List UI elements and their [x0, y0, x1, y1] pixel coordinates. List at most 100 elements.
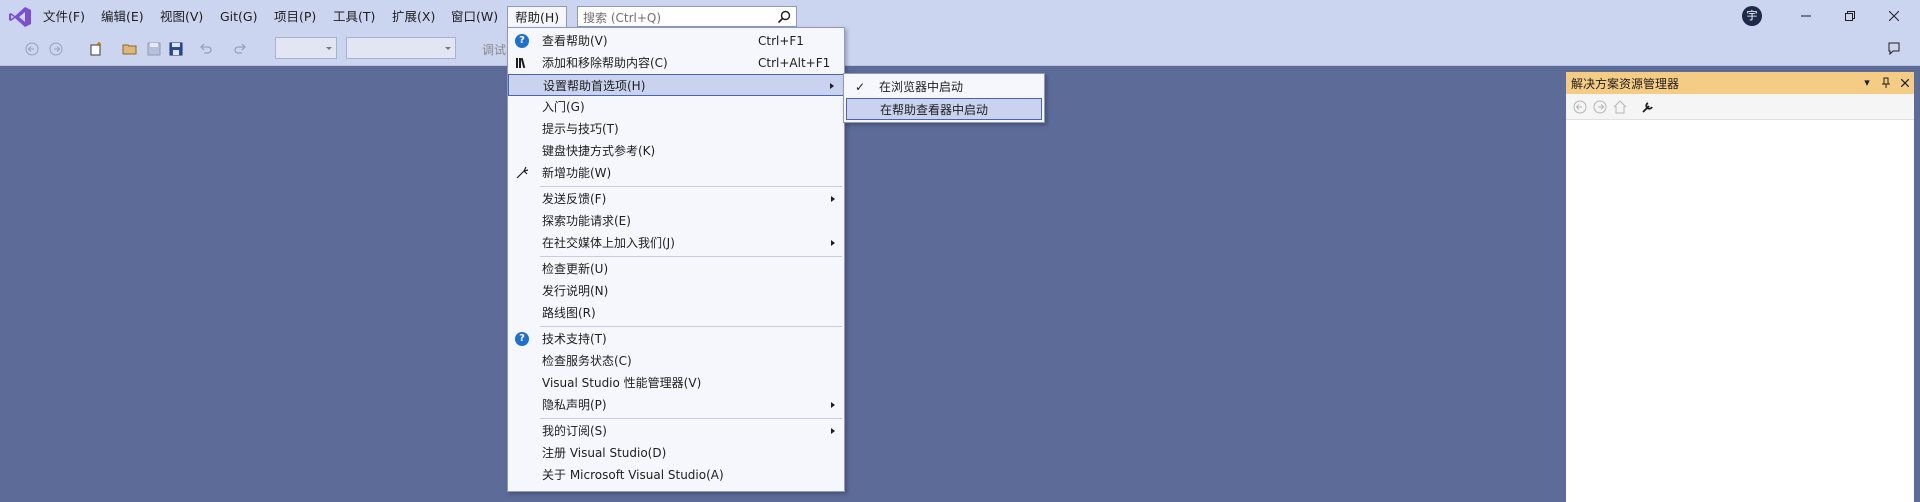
solution-explorer-panel: 解决方案资源管理器 ▾	[1566, 72, 1914, 502]
help-icon: ?	[515, 332, 529, 346]
menu-separator	[540, 418, 842, 419]
menu-view[interactable]: 视图(V)	[153, 6, 210, 27]
submenu-arrow-icon	[831, 196, 835, 202]
submenu-arrow-icon	[830, 83, 834, 89]
save-icon[interactable]	[146, 41, 162, 57]
menu-git[interactable]: Git(G)	[213, 6, 265, 27]
menu-item-label: 路线图(R)	[542, 306, 596, 320]
menu-item-about[interactable]: 关于 Microsoft Visual Studio(A)	[508, 464, 844, 486]
menu-item-get-started[interactable]: 入门(G)	[508, 96, 844, 118]
submenu-arrow-icon	[831, 402, 835, 408]
pin-icon[interactable]	[1879, 75, 1893, 91]
menu-item-label: 注册 Visual Studio(D)	[542, 446, 667, 460]
panel-dropdown-icon[interactable]: ▾	[1860, 75, 1874, 91]
menu-item-privacy[interactable]: 隐私声明(P)	[508, 394, 844, 416]
restore-icon	[1845, 11, 1855, 21]
redo-icon[interactable]	[232, 41, 248, 57]
menu-item-tips[interactable]: 提示与技巧(T)	[508, 118, 844, 140]
menu-window[interactable]: 窗口(W)	[444, 6, 505, 27]
close-icon	[1888, 10, 1900, 22]
new-project-icon[interactable]	[88, 41, 104, 57]
configuration-combo[interactable]	[275, 37, 337, 59]
menu-edit[interactable]: 编辑(E)	[94, 6, 151, 27]
menu-help[interactable]: 帮助(H)	[507, 6, 568, 28]
menu-item-performance-manager[interactable]: Visual Studio 性能管理器(V)	[508, 372, 844, 394]
wrench-icon[interactable]	[1640, 99, 1656, 115]
menu-item-label: Visual Studio 性能管理器(V)	[542, 376, 702, 390]
menu-item-roadmap[interactable]: 路线图(R)	[508, 302, 844, 324]
menu-item-label: 发送反馈(F)	[542, 192, 607, 206]
avatar[interactable]: 宇	[1742, 6, 1762, 26]
standard-toolbar: 调试	[0, 33, 1920, 66]
menu-item-label: 检查更新(U)	[542, 262, 609, 276]
solution-explorer-header: 解决方案资源管理器 ▾	[1566, 72, 1914, 94]
search-placeholder: 搜索 (Ctrl+Q)	[583, 11, 662, 25]
menu-item-feature-requests[interactable]: 探索功能请求(E)	[508, 210, 844, 232]
menu-item-label: 查看帮助(V)	[542, 34, 608, 48]
menu-item-label: 探索功能请求(E)	[542, 214, 631, 228]
menu-item-service-status[interactable]: 检查服务状态(C)	[508, 350, 844, 372]
menu-item-label: 设置帮助首选项(H)	[543, 79, 646, 93]
menu-separator	[540, 256, 842, 257]
menu-item-label: 我的订阅(S)	[542, 424, 607, 438]
menu-item-shortcut: Ctrl+F1	[758, 34, 804, 48]
minimize-button[interactable]	[1784, 4, 1828, 28]
back-icon[interactable]	[24, 41, 40, 57]
menu-item-label: 关于 Microsoft Visual Studio(A)	[542, 468, 724, 482]
home-icon[interactable]	[1612, 99, 1628, 115]
back-icon[interactable]	[1572, 99, 1588, 115]
submenu-arrow-icon	[831, 240, 835, 246]
menu-separator	[540, 186, 842, 187]
menu-item-release-notes[interactable]: 发行说明(N)	[508, 280, 844, 302]
menu-item-whats-new[interactable]: 新增功能(W)	[508, 162, 844, 184]
menu-item-check-updates[interactable]: 检查更新(U)	[508, 258, 844, 280]
menu-item-label: 技术支持(T)	[542, 332, 607, 346]
sparkle-icon	[516, 166, 529, 179]
feedback-icon[interactable]	[1886, 41, 1902, 57]
help-menu: ? 查看帮助(V) Ctrl+F1 添加和移除帮助内容(C) Ctrl+Alt+…	[507, 27, 845, 492]
menu-item-label: 新增功能(W)	[542, 166, 612, 180]
menu-item-label: 在社交媒体上加入我们(J)	[542, 236, 675, 250]
menu-item-tech-support[interactable]: ? 技术支持(T)	[508, 328, 844, 350]
menu-item-label: 入门(G)	[542, 100, 585, 114]
menu-item-subscriptions[interactable]: 我的订阅(S)	[508, 420, 844, 442]
panel-close-icon[interactable]	[1898, 75, 1912, 91]
menu-item-social-media[interactable]: 在社交媒体上加入我们(J)	[508, 232, 844, 254]
save-all-icon[interactable]	[168, 41, 184, 57]
forward-icon[interactable]	[48, 41, 64, 57]
submenu-arrow-icon	[831, 428, 835, 434]
visual-studio-logo-icon	[9, 7, 31, 27]
menu-item-label: 添加和移除帮助内容(C)	[542, 56, 668, 70]
menu-extensions[interactable]: 扩展(X)	[385, 6, 442, 27]
search-input[interactable]: 搜索 (Ctrl+Q)	[577, 6, 797, 27]
menu-item-register[interactable]: 注册 Visual Studio(D)	[508, 442, 844, 464]
solution-explorer-toolbar	[1566, 94, 1914, 120]
close-button[interactable]	[1872, 4, 1916, 28]
menu-file[interactable]: 文件(F)	[36, 6, 92, 27]
restore-button[interactable]	[1828, 4, 1872, 28]
menu-item-label: 检查服务状态(C)	[542, 354, 632, 368]
title-bar: 文件(F) 编辑(E) 视图(V) Git(G) 项目(P) 工具(T) 扩展(…	[0, 0, 1920, 33]
menu-item-view-help[interactable]: ? 查看帮助(V) Ctrl+F1	[508, 30, 844, 52]
menu-separator	[540, 326, 842, 327]
help-preferences-submenu: ✓ 在浏览器中启动 在帮助查看器中启动	[843, 73, 1045, 123]
menu-item-help-preferences[interactable]: 设置帮助首选项(H)	[508, 74, 844, 96]
menu-tools[interactable]: 工具(T)	[326, 6, 382, 27]
menu-item-keyboard-shortcuts[interactable]: 键盘快捷方式参考(K)	[508, 140, 844, 162]
open-folder-icon[interactable]	[122, 41, 138, 57]
menu-item-launch-in-help-viewer[interactable]: 在帮助查看器中启动	[846, 98, 1042, 120]
debug-label[interactable]: 调试	[482, 41, 506, 58]
menu-item-label: 在帮助查看器中启动	[880, 103, 989, 117]
menu-item-launch-in-browser[interactable]: ✓ 在浏览器中启动	[846, 76, 1042, 98]
menu-item-add-remove-help[interactable]: 添加和移除帮助内容(C) Ctrl+Alt+F1	[508, 52, 844, 74]
books-icon	[516, 57, 526, 69]
forward-icon[interactable]	[1592, 99, 1608, 115]
menu-item-label: 在浏览器中启动	[879, 80, 964, 94]
platform-combo[interactable]	[346, 37, 456, 59]
panel-title: 解决方案资源管理器	[1571, 77, 1680, 91]
minimize-icon	[1801, 15, 1811, 17]
menu-item-send-feedback[interactable]: 发送反馈(F)	[508, 188, 844, 210]
search-icon	[777, 10, 791, 24]
undo-icon[interactable]	[198, 41, 214, 57]
menu-project[interactable]: 项目(P)	[267, 6, 323, 27]
